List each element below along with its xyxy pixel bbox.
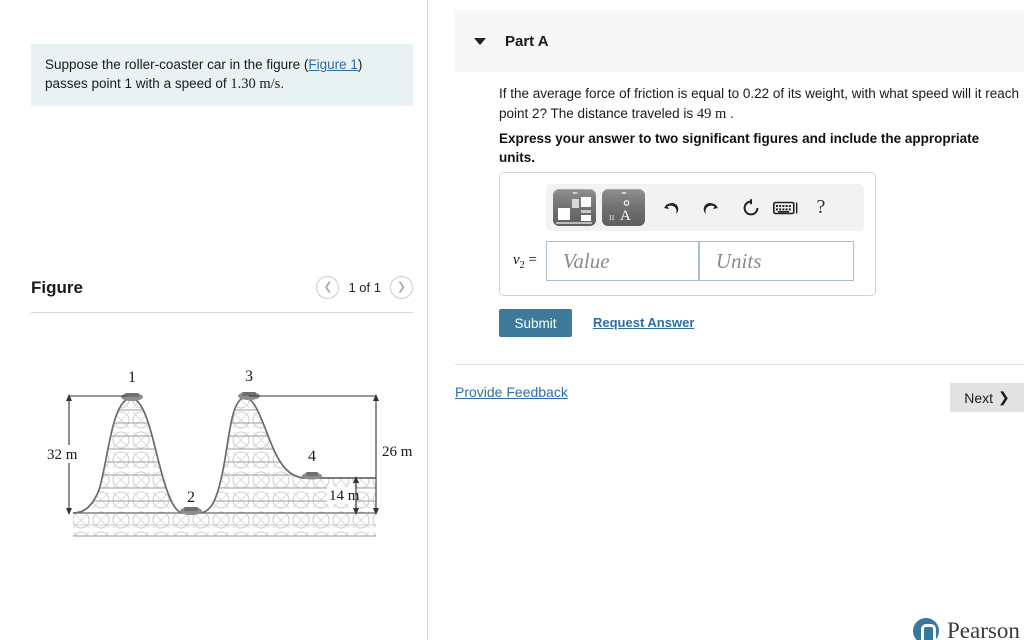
- equals-sign: =: [528, 251, 537, 268]
- question-text-a: If the average force of friction is equa…: [499, 86, 1020, 121]
- figure-header: Figure ❮ 1 of 1 ❯: [31, 276, 413, 312]
- caret-down-icon[interactable]: [474, 37, 486, 45]
- redo-icon[interactable]: [691, 189, 731, 226]
- answer-variable-label: v2 =: [513, 252, 537, 271]
- problem-speed-value: 1.30 m/s: [230, 76, 281, 92]
- pearson-logo: Pearson: [913, 618, 1020, 640]
- question-text-b: .: [726, 106, 734, 121]
- dimension-label-32m: 32 m: [47, 447, 78, 463]
- figure-next-button[interactable]: ❯: [390, 276, 413, 299]
- problem-text-suffix: .: [280, 76, 285, 91]
- figure-panel: Suppose the roller-coaster car in the fi…: [0, 0, 428, 640]
- figure-page-label: 1 of 1: [348, 280, 381, 295]
- problem-text-prefix: Suppose the roller-coaster car in the fi…: [45, 57, 309, 72]
- answer-value-input[interactable]: Value: [545, 241, 699, 281]
- rollercoaster-svg: 1 2 3 4 32 m 26 m 14 m: [45, 368, 413, 537]
- point-label-1: 1: [128, 369, 136, 386]
- part-a-header[interactable]: Part A: [455, 10, 1024, 72]
- provide-feedback-link[interactable]: Provide Feedback: [455, 384, 568, 400]
- next-button[interactable]: Next ❯: [950, 383, 1024, 412]
- answer-input-row: v2 = Value Units: [513, 241, 854, 281]
- question-panel: Part A If the average force of friction …: [429, 0, 1024, 640]
- math-toolbar: A ıı ?: [546, 184, 864, 231]
- rollercoaster-figure[interactable]: 1 2 3 4 32 m 26 m 14 m: [31, 330, 413, 550]
- answer-units-input[interactable]: Units: [698, 241, 854, 281]
- request-answer-link[interactable]: Request Answer: [593, 315, 694, 330]
- figure-pager: ❮ 1 of 1 ❯: [316, 276, 413, 299]
- section-divider: [455, 364, 1024, 365]
- submit-button[interactable]: Submit: [499, 309, 572, 337]
- page-root: Suppose the roller-coaster car in the fi…: [0, 0, 1024, 640]
- chevron-right-icon: ❯: [998, 389, 1010, 405]
- next-button-label: Next: [964, 389, 994, 406]
- terrain-base: [73, 514, 376, 537]
- undo-icon[interactable]: [651, 189, 691, 226]
- car-sprite-2: [180, 507, 202, 515]
- problem-statement: Suppose the roller-coaster car in the fi…: [31, 44, 413, 106]
- point-label-2: 2: [187, 489, 195, 506]
- figure-1-link[interactable]: Figure 1: [308, 57, 358, 72]
- variable-symbol: v: [513, 251, 520, 268]
- reset-icon[interactable]: [731, 189, 771, 226]
- figure-divider: [31, 312, 413, 313]
- dimension-label-14m: 14 m: [329, 488, 360, 504]
- car-sprite-4: [302, 472, 322, 480]
- part-a-label: Part A: [505, 32, 549, 50]
- question-distance-value: 49 m: [696, 106, 727, 122]
- point-label-3: 3: [245, 368, 253, 385]
- figure-title: Figure: [31, 278, 83, 297]
- answer-widget: A ıı ? v2 = Value Units: [499, 172, 876, 296]
- pearson-wordmark: Pearson: [947, 618, 1020, 640]
- dimension-label-26m: 26 m: [382, 444, 413, 460]
- math-templates-icon[interactable]: [553, 189, 596, 226]
- variable-subscript: 2: [519, 259, 525, 271]
- pearson-logo-icon: [913, 618, 939, 640]
- point-label-4: 4: [308, 448, 316, 465]
- car-sprite-1: [121, 393, 143, 401]
- svg-text:A: A: [620, 208, 631, 224]
- help-icon[interactable]: ?: [801, 189, 841, 226]
- math-symbols-icon[interactable]: A ıı: [602, 189, 645, 226]
- keyboard-icon[interactable]: [771, 189, 801, 226]
- question-text: If the average force of friction is equa…: [499, 84, 1024, 124]
- answer-instruction: Express your answer to two significant f…: [499, 131, 980, 165]
- figure-prev-button[interactable]: ❮: [316, 276, 340, 299]
- svg-text:ıı: ıı: [609, 212, 615, 223]
